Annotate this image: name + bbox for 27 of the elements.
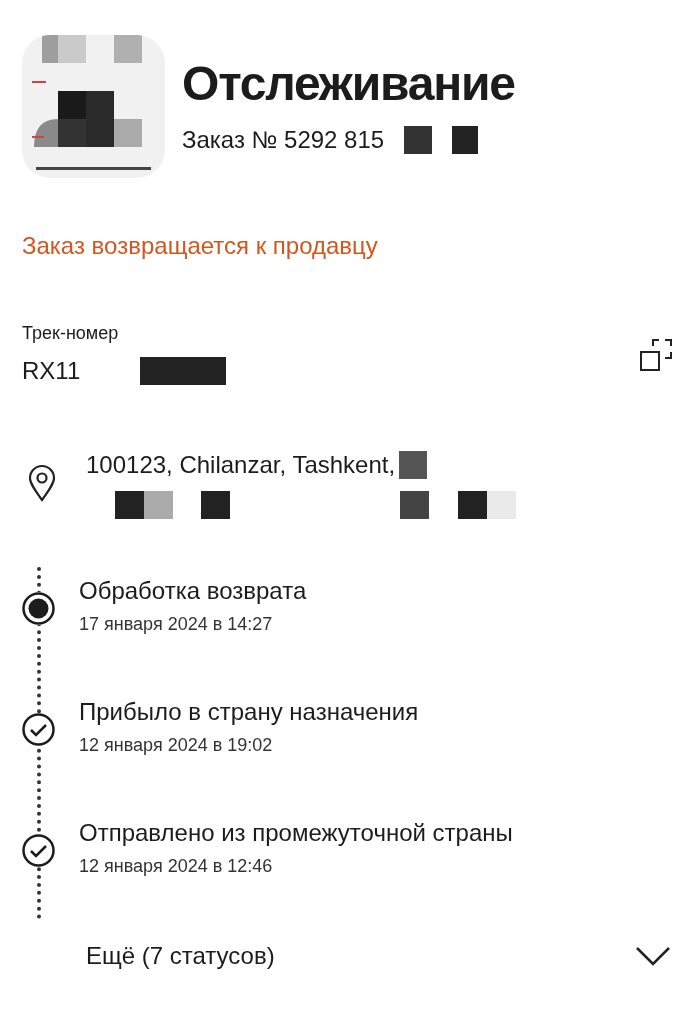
status-title: Обработка возврата: [79, 576, 307, 606]
tracking-number: RX11: [22, 356, 81, 386]
location-pin-icon: [28, 464, 56, 502]
redaction-block: [487, 491, 516, 519]
current-status-icon: [22, 592, 55, 625]
redaction-block: [400, 491, 429, 519]
status-title: Прибыло в страну назначения: [79, 697, 419, 727]
check-circle-icon: [22, 834, 55, 867]
status-date: 12 января 2024 в 12:46: [79, 855, 274, 878]
status-date: 12 января 2024 в 19:02: [79, 734, 274, 757]
redaction-block: [144, 491, 173, 519]
tracking-label: Трек-номер: [22, 322, 120, 345]
redaction-block: [458, 491, 487, 519]
redaction-block: [115, 491, 144, 519]
order-number: Заказ № 5292 815: [182, 124, 385, 155]
redaction-block: [399, 451, 428, 479]
address-text: 100123, Chilanzar, Tashkent,: [86, 450, 396, 480]
order-status: Заказ возвращается к продавцу: [22, 232, 378, 259]
status-title: Отправлено из промежуточной страны: [79, 818, 513, 848]
copy-icon[interactable]: [639, 337, 673, 372]
status-date: 17 января 2024 в 14:27: [79, 613, 274, 636]
more-statuses-button[interactable]: Ещё (7 статусов): [86, 938, 695, 974]
redaction-block: [201, 491, 230, 519]
page-title: Отслеживание: [182, 55, 515, 112]
check-circle-icon: [22, 713, 55, 746]
redaction-block: [452, 125, 479, 154]
redaction-block: [404, 125, 433, 154]
